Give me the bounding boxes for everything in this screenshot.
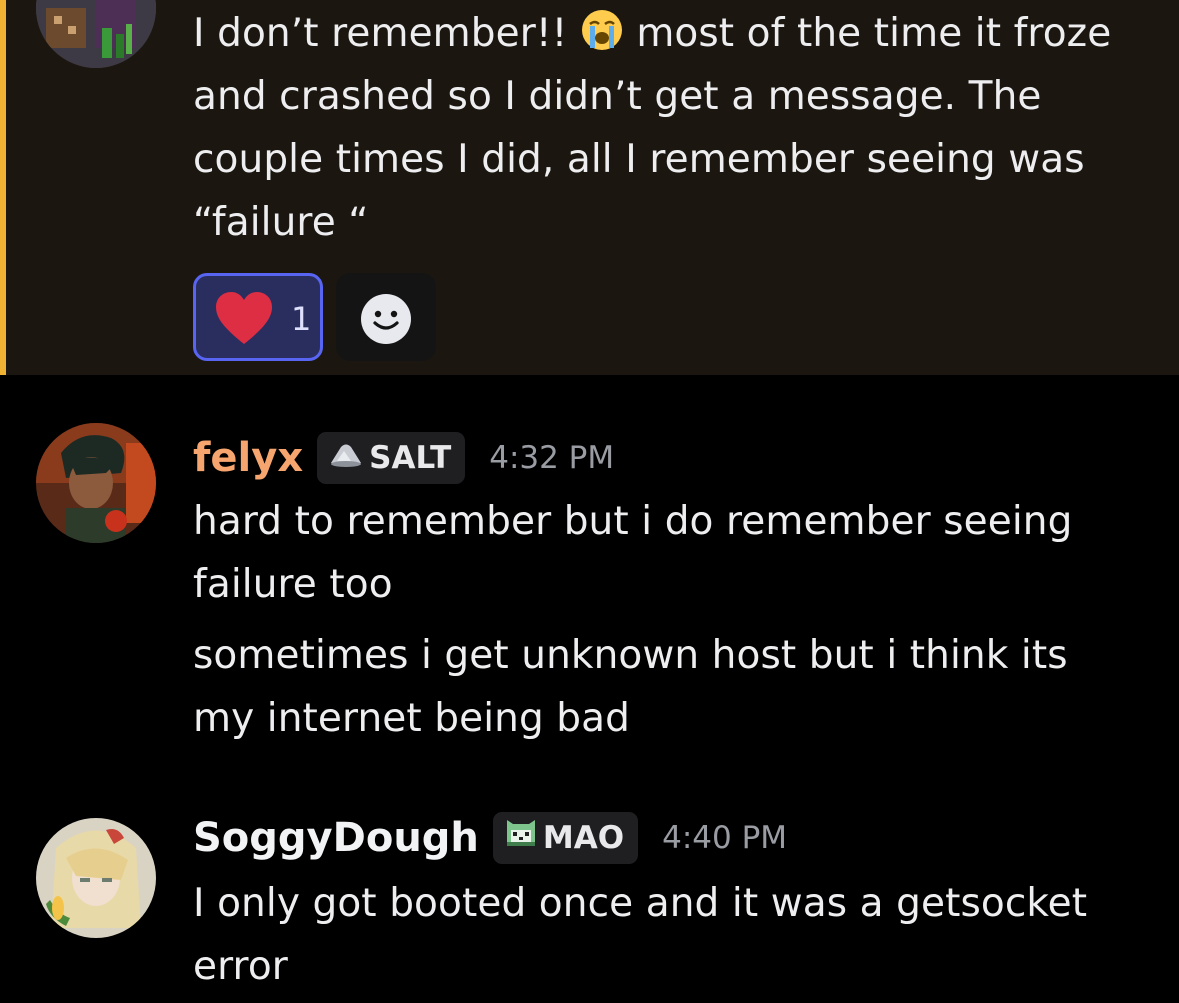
message-text: I only got booted once and it was a gets…: [193, 881, 1088, 989]
add-reaction-button[interactable]: [336, 273, 436, 361]
reaction-heart[interactable]: 1: [193, 273, 323, 361]
server-tag[interactable]: SALT: [317, 432, 466, 484]
message-header: SoggyDough MAO 4:40 PM: [193, 808, 787, 868]
mention-highlight-bar: [0, 0, 6, 375]
loudly-crying-face-icon: [580, 8, 624, 52]
smile-icon: [360, 293, 412, 349]
avatar[interactable]: [36, 818, 156, 938]
message-text-rest: and crashed so I didn’t get a message. T…: [193, 74, 1085, 245]
message-header: felyx SALT 4:32 PM: [193, 428, 614, 488]
message-text: I don’t remember!! most of the time it f…: [193, 2, 1111, 254]
username[interactable]: SoggyDough: [193, 815, 479, 861]
timestamp[interactable]: 4:32 PM: [489, 440, 614, 476]
server-tag-label: SALT: [369, 440, 452, 476]
username[interactable]: felyx: [193, 435, 303, 481]
server-tag-label: MAO: [542, 820, 625, 856]
message-text: hard to remember but i do remember seein…: [193, 499, 1073, 607]
message-text-line1-end: most of the time it froze: [623, 11, 1112, 56]
message-text-line1-start: I don’t remember!!: [193, 11, 568, 56]
message-text: sometimes i get unknown host but i think…: [193, 633, 1068, 741]
server-tag[interactable]: MAO: [492, 812, 639, 864]
avatar[interactable]: [36, 423, 156, 543]
cat-icon: [503, 818, 543, 858]
reaction-count: 1: [291, 300, 312, 338]
heart-icon: [214, 290, 274, 350]
timestamp[interactable]: 4:40 PM: [662, 820, 787, 856]
salt-icon: [327, 439, 369, 477]
